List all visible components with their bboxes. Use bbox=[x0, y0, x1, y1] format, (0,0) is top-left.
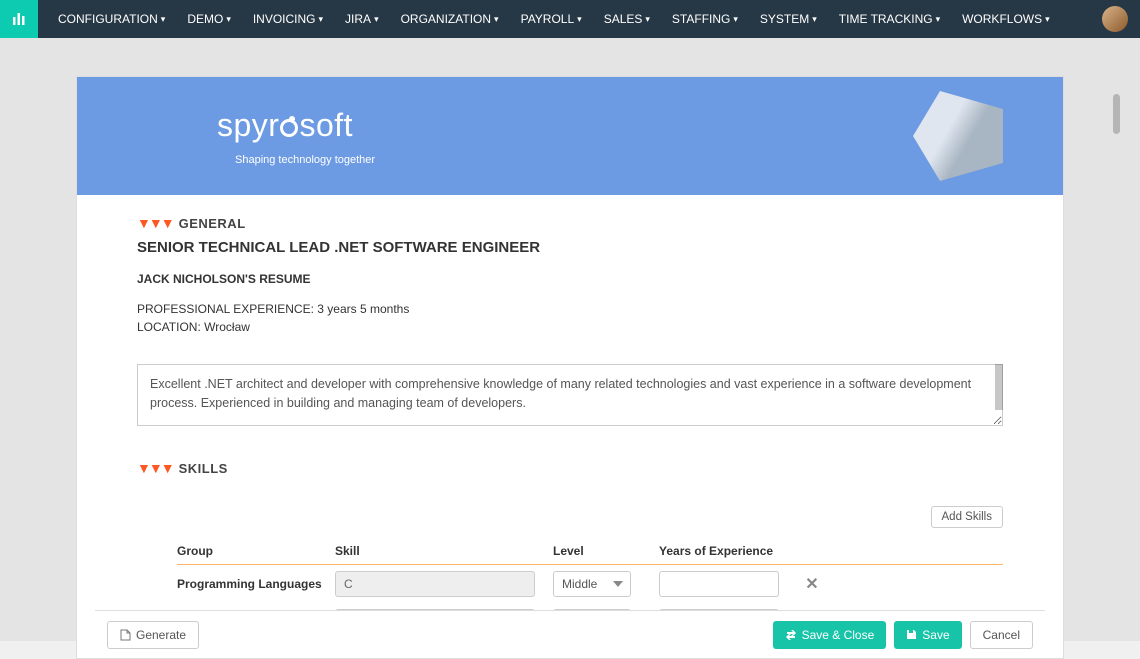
nav-sales[interactable]: SALES▾ bbox=[604, 12, 650, 26]
chevron-down-icon: ▾ bbox=[936, 14, 941, 25]
nav-workflows[interactable]: WORKFLOWS▾ bbox=[962, 12, 1050, 26]
nav-items: CONFIGURATION▾ DEMO▾ INVOICING▾ JIRA▾ OR… bbox=[58, 12, 1072, 26]
cancel-button[interactable]: Cancel bbox=[970, 621, 1033, 649]
experience-line: PROFESSIONAL EXPERIENCE: 3 years 5 month… bbox=[137, 300, 1003, 318]
col-level: Level bbox=[553, 544, 651, 558]
skill-level-select[interactable]: Middle bbox=[553, 571, 631, 597]
chevron-down-icon: ▾ bbox=[319, 14, 324, 25]
remove-skill-button[interactable]: ✕ bbox=[797, 574, 827, 594]
banner-tagline: Shaping technology together bbox=[235, 154, 375, 166]
footer-actions: Save & Close Save Cancel bbox=[773, 621, 1033, 649]
summary-textarea[interactable]: Excellent .NET architect and developer w… bbox=[137, 364, 1003, 426]
chevron-down-icon: ▾ bbox=[645, 14, 650, 25]
banner-hero-image bbox=[913, 91, 1003, 181]
experience-value: 3 years 5 months bbox=[317, 302, 409, 316]
location-label: LOCATION: bbox=[137, 320, 201, 334]
nav-staffing[interactable]: STAFFING▾ bbox=[672, 12, 738, 26]
skills-table-header: Group Skill Level Years of Experience bbox=[177, 538, 1003, 565]
nav-organization[interactable]: ORGANIZATION▾ bbox=[401, 12, 499, 26]
nav-configuration[interactable]: CONFIGURATION▾ bbox=[58, 12, 165, 26]
nav-invoicing[interactable]: INVOICING▾ bbox=[253, 12, 323, 26]
skills-toolbar: Add Skills bbox=[137, 506, 1003, 528]
add-skills-button[interactable]: Add Skills bbox=[931, 506, 1004, 528]
section-skills-header: ▼▼▼ SKILLS bbox=[137, 460, 1003, 476]
col-yoe: Years of Experience bbox=[659, 544, 789, 558]
footer-bar: Generate Save & Close Save Cancel bbox=[95, 610, 1045, 658]
nav-payroll[interactable]: PAYROLL▾ bbox=[521, 12, 582, 26]
skill-row: Programming Languages Middle ✕ bbox=[177, 565, 1003, 603]
page-scrollbar[interactable] bbox=[1113, 94, 1120, 134]
col-skill: Skill bbox=[335, 544, 545, 558]
resume-banner: spyrsoft Shaping technology together bbox=[77, 77, 1063, 195]
triangle-marker-icon: ▼▼▼ bbox=[137, 215, 173, 231]
skill-yoe-input[interactable] bbox=[659, 571, 779, 597]
job-title: SENIOR TECHNICAL LEAD .NET SOFTWARE ENGI… bbox=[137, 239, 1003, 256]
save-button[interactable]: Save bbox=[894, 621, 961, 649]
chevron-down-icon: ▾ bbox=[494, 14, 499, 25]
brand-bars-icon bbox=[11, 11, 27, 27]
location-line: LOCATION: Wrocław bbox=[137, 318, 1003, 336]
summary-scrollbar[interactable] bbox=[995, 364, 1003, 410]
section-skills-title: SKILLS bbox=[179, 461, 228, 476]
generate-button[interactable]: Generate bbox=[107, 621, 199, 649]
user-avatar[interactable] bbox=[1102, 6, 1128, 32]
brand-logo[interactable] bbox=[0, 0, 38, 38]
experience-label: PROFESSIONAL EXPERIENCE: bbox=[137, 302, 314, 316]
skill-group-label: Programming Languages bbox=[177, 577, 327, 591]
page-background: spyrsoft Shaping technology together ▼▼▼… bbox=[0, 38, 1140, 641]
section-general-header: ▼▼▼ GENERAL bbox=[137, 215, 1003, 231]
resume-owner: JACK NICHOLSON'S RESUME bbox=[137, 272, 1003, 286]
chevron-down-icon: ▾ bbox=[226, 14, 231, 25]
chevron-down-icon: ▾ bbox=[161, 14, 166, 25]
save-close-button[interactable]: Save & Close bbox=[773, 621, 887, 649]
file-icon bbox=[120, 629, 131, 641]
nav-system[interactable]: SYSTEM▾ bbox=[760, 12, 817, 26]
chevron-down-icon: ▾ bbox=[733, 14, 738, 25]
swap-icon bbox=[785, 629, 797, 641]
nav-demo[interactable]: DEMO▾ bbox=[187, 12, 231, 26]
chevron-down-icon: ▾ bbox=[577, 14, 582, 25]
save-close-label: Save & Close bbox=[802, 628, 875, 642]
section-general-title: GENERAL bbox=[179, 216, 246, 231]
chevron-down-icon: ▾ bbox=[812, 14, 817, 25]
location-value: Wrocław bbox=[204, 320, 250, 334]
nav-time-tracking[interactable]: TIME TRACKING▾ bbox=[839, 12, 940, 26]
page-wrapper: spyrsoft Shaping technology together ▼▼▼… bbox=[12, 56, 1128, 659]
col-group: Group bbox=[177, 544, 327, 558]
save-icon bbox=[906, 629, 917, 640]
resume-card: spyrsoft Shaping technology together ▼▼▼… bbox=[76, 76, 1064, 659]
skill-name-input[interactable] bbox=[335, 571, 535, 597]
nav-jira[interactable]: JIRA▾ bbox=[345, 12, 379, 26]
chevron-down-icon: ▾ bbox=[374, 14, 379, 25]
chevron-down-icon: ▾ bbox=[1045, 14, 1050, 25]
resume-content: ▼▼▼ GENERAL SENIOR TECHNICAL LEAD .NET S… bbox=[77, 195, 1063, 658]
banner-brand-text: spyrsoft bbox=[217, 107, 375, 144]
save-label: Save bbox=[922, 628, 949, 642]
triangle-marker-icon: ▼▼▼ bbox=[137, 460, 173, 476]
top-navbar: CONFIGURATION▾ DEMO▾ INVOICING▾ JIRA▾ OR… bbox=[0, 0, 1140, 38]
generate-label: Generate bbox=[136, 628, 186, 642]
